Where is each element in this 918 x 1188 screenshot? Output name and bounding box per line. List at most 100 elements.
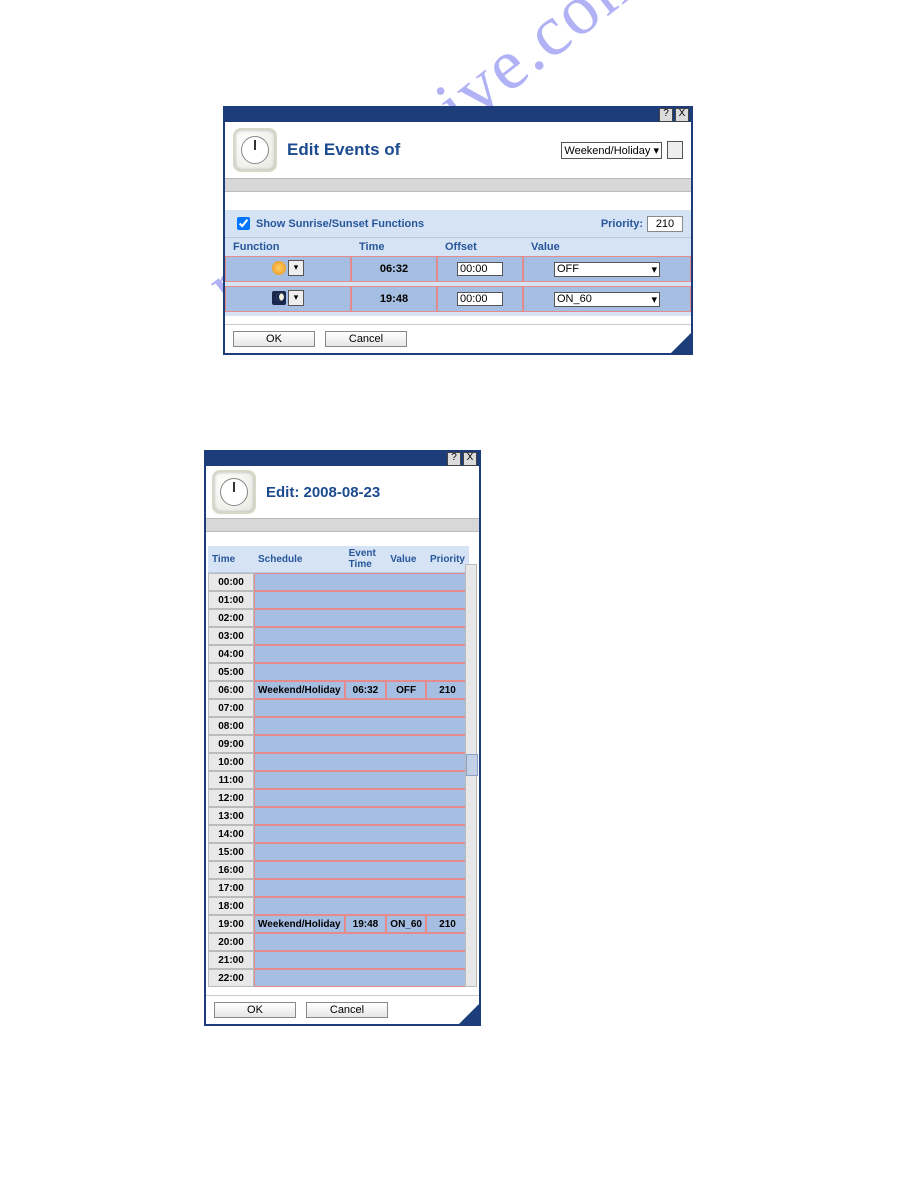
offset-input[interactable] [457,292,503,306]
schedule-grid-wrap: Time Schedule Event Time Value Priority … [206,546,479,987]
value-text: ON_60 [557,293,592,306]
schedule-browse-button[interactable] [667,141,683,159]
hour-cell: 05:00 [208,663,254,681]
hour-cell: 13:00 [208,807,254,825]
hour-cell: 07:00 [208,699,254,717]
show-sunrise-checkbox[interactable] [237,217,250,230]
clock-icon [233,128,277,172]
hour-cell: 19:00 [208,915,254,933]
schedule-row[interactable]: 06:00Weekend/Holiday06:32OFF210 [208,681,469,699]
ok-button[interactable]: OK [214,1002,296,1018]
cancel-button[interactable]: Cancel [325,331,407,347]
edit-day-window: ? X Edit: 2008-08-23 Time Schedule Event… [204,450,481,1026]
help-button[interactable]: ? [659,108,673,122]
sun-icon [272,261,286,275]
priority-label: Priority: [601,218,643,230]
empty-cell [254,897,469,915]
schedule-row[interactable]: 05:00 [208,663,469,681]
evtime-cell: 19:48 [345,915,387,933]
schedule-row[interactable]: 03:00 [208,627,469,645]
empty-cell [254,645,469,663]
hour-cell: 15:00 [208,843,254,861]
empty-cell [254,717,469,735]
schedule-row[interactable]: 14:00 [208,825,469,843]
schedule-row[interactable]: 22:00 [208,969,469,987]
ok-button[interactable]: OK [233,331,315,347]
hour-cell: 09:00 [208,735,254,753]
schedule-row[interactable]: 02:00 [208,609,469,627]
offset-input[interactable] [457,262,503,276]
function-select[interactable]: ▾ [272,260,304,276]
function-select[interactable]: ▾ [272,290,304,306]
schedule-row[interactable]: 16:00 [208,861,469,879]
hour-cell: 21:00 [208,951,254,969]
evtime-cell: 06:32 [345,681,387,699]
close-button[interactable]: X [463,452,477,466]
schedule-row[interactable]: 21:00 [208,951,469,969]
schedule-row[interactable]: 07:00 [208,699,469,717]
schedule-row[interactable]: 17:00 [208,879,469,897]
col-evtime: Event Time [345,546,387,573]
schedule-row[interactable]: 04:00 [208,645,469,663]
hour-cell: 17:00 [208,879,254,897]
priority-input[interactable] [647,216,683,232]
show-sunrise-label: Show Sunrise/Sunset Functions [256,218,601,230]
schedule-row[interactable]: 12:00 [208,789,469,807]
scrollbar[interactable] [465,564,477,987]
time-cell: 19:48 [351,286,437,312]
col-function: Function [225,237,351,256]
resize-handle[interactable] [459,1004,479,1024]
empty-cell [254,879,469,897]
schedule-row[interactable]: 00:00 [208,573,469,591]
schedule-table: Time Schedule Event Time Value Priority … [208,546,469,987]
empty-cell [254,609,469,627]
time-cell: 06:32 [351,256,437,282]
schedule-select[interactable]: Weekend/Holiday ▾ [561,142,662,159]
chevron-down-icon: ▾ [653,145,659,157]
schedule-row[interactable]: 20:00 [208,933,469,951]
separator [225,178,691,192]
schedule-row[interactable]: 10:00 [208,753,469,771]
col-value: Value [523,237,691,256]
hour-cell: 08:00 [208,717,254,735]
schedule-row[interactable]: 18:00 [208,897,469,915]
help-button[interactable]: ? [447,452,461,466]
hour-cell: 11:00 [208,771,254,789]
schedule-row[interactable]: 15:00 [208,843,469,861]
empty-cell [254,591,469,609]
schedule-row[interactable]: 11:00 [208,771,469,789]
hour-cell: 22:00 [208,969,254,987]
col-offset: Offset [437,237,523,256]
hour-cell: 18:00 [208,897,254,915]
clock-icon [212,470,256,514]
schedule-row[interactable]: 08:00 [208,717,469,735]
schedule-row[interactable]: 13:00 [208,807,469,825]
window-header: Edit Events of Weekend/Holiday ▾ [225,122,691,178]
resize-handle[interactable] [671,333,691,353]
cancel-button[interactable]: Cancel [306,1002,388,1018]
chevron-down-icon: ▾ [651,263,657,276]
empty-cell [254,573,469,591]
chevron-down-icon: ▾ [288,260,304,276]
empty-cell [254,753,469,771]
schedule-select-value: Weekend/Holiday [564,145,650,157]
hour-cell: 10:00 [208,753,254,771]
edit-events-window: ? X Edit Events of Weekend/Holiday ▾ Sho… [223,106,693,355]
hour-cell: 14:00 [208,825,254,843]
col-time: Time [208,546,254,573]
empty-cell [254,627,469,645]
schedule-row[interactable]: 01:00 [208,591,469,609]
hour-cell: 04:00 [208,645,254,663]
value-select[interactable]: ON_60▾ [554,292,660,307]
empty-cell [254,933,469,951]
value-select[interactable]: OFF▾ [554,262,660,277]
close-button[interactable]: X [675,108,689,122]
hour-cell: 02:00 [208,609,254,627]
schedule-cell: Weekend/Holiday [254,681,345,699]
schedule-row[interactable]: 09:00 [208,735,469,753]
empty-cell [254,663,469,681]
empty-cell [254,969,469,987]
options-row: Show Sunrise/Sunset Functions Priority: [225,210,691,237]
schedule-row[interactable]: 19:00Weekend/Holiday19:48ON_60210 [208,915,469,933]
col-value: Value [386,546,426,573]
